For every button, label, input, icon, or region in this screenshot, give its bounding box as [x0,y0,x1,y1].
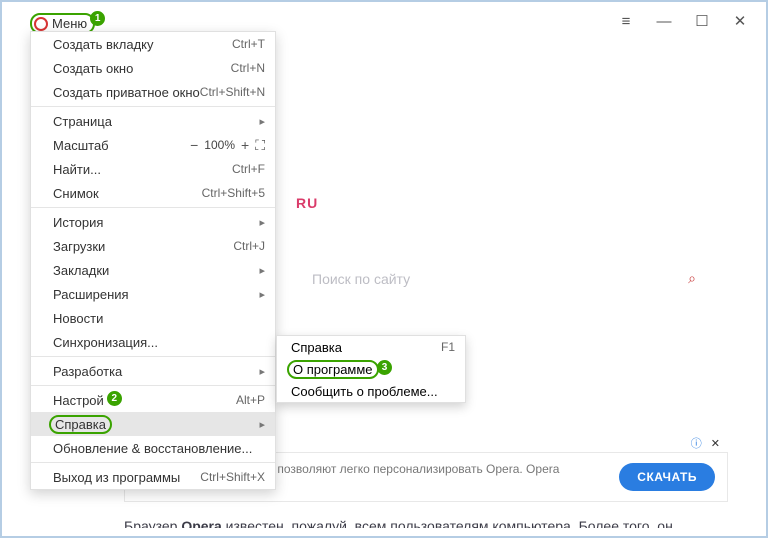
search-input[interactable]: Поиск по сайту [312,271,410,287]
help-submenu: Справка F1 О программе 3 Сообщить о проб… [276,335,466,403]
menu-item-label: Новости [53,311,103,326]
menu-page[interactable]: Страница ▸ [31,109,275,133]
menu-item-label: Сообщить о проблеме... [291,384,438,399]
site-logo-suffix: RU [296,195,318,211]
ad-close-icon[interactable]: ✕ [711,438,720,450]
menu-item-label: О программе [287,360,379,379]
menu-help[interactable]: Справка ▸ [31,412,275,436]
zoom-value: 100% [204,138,235,152]
menu-item-label: Разработка [53,364,122,379]
callout-3: 3 [377,360,392,375]
ad-download-button[interactable]: СКАЧАТЬ [619,463,715,491]
ad-info[interactable]: ⓘ ✕ [691,435,720,451]
menu-item-shortcut: F1 [441,340,455,354]
main-menu: Создать вкладку Ctrl+T Создать окно Ctrl… [30,31,276,490]
zoom-in-button[interactable]: + [241,137,249,153]
menu-downloads[interactable]: Загрузки Ctrl+J [31,234,275,258]
menu-item-label: Обновление & восстановление... [53,441,252,456]
article-text-1: Браузер [124,518,181,528]
menu-item-shortcut: Ctrl+Shift+N [200,85,265,99]
sidebar-toggle-icon[interactable]: ≡ [618,13,634,29]
chevron-right-icon: ▸ [251,115,265,128]
browser-window: ≡ — ☐ ✕ Меню 1 ◎ ▷ ♡ ⋮ ≡ RU Поиск по сай… [0,0,768,538]
close-button[interactable]: ✕ [732,13,748,29]
menu-separator [31,207,275,208]
menu-sync[interactable]: Синхронизация... [31,330,275,354]
opera-logo-icon [34,17,48,31]
menu-item-shortcut: Ctrl+J [233,239,265,253]
menu-item-label: Создать окно [53,61,133,76]
search-icon[interactable]: ⌕ [688,270,696,287]
menu-item-label: История [53,215,103,230]
menu-item-label: Синхронизация... [53,335,158,350]
zoom-out-button[interactable]: − [190,137,198,153]
menu-item-label: Страница [53,114,112,129]
menu-button-label: Меню [52,16,87,31]
menu-item-shortcut: Ctrl+Shift+X [200,470,265,484]
menu-item-shortcut: Ctrl+F [232,162,265,176]
menu-item-label: Создать вкладку [53,37,154,52]
menu-separator [31,462,275,463]
menu-item-shortcut: Ctrl+N [231,61,265,75]
submenu-about[interactable]: О программе 3 [277,358,465,380]
menu-snapshot[interactable]: Снимок Ctrl+Shift+5 [31,181,275,205]
menu-separator [31,356,275,357]
article-bold: Opera [181,518,221,528]
menu-item-label: Справка [49,415,112,434]
menu-separator [31,385,275,386]
menu-new-private-window[interactable]: Создать приватное окно Ctrl+Shift+N [31,80,275,104]
menu-update-restore[interactable]: Обновление & восстановление... [31,436,275,460]
menu-history[interactable]: История ▸ [31,210,275,234]
ad-info-icon[interactable]: ⓘ [691,438,702,450]
menu-item-shortcut: Ctrl+Shift+5 [202,186,265,200]
menu-new-window[interactable]: Создать окно Ctrl+N [31,56,275,80]
menu-developer[interactable]: Разработка ▸ [31,359,275,383]
submenu-report-issue[interactable]: Сообщить о проблеме... [277,380,465,402]
menu-bookmarks[interactable]: Закладки ▸ [31,258,275,282]
minimize-button[interactable]: — [656,13,672,29]
menu-item-label: Закладки [53,263,109,278]
menu-item-shortcut: Alt+P [236,393,265,407]
menu-item-label: Масштаб [53,138,109,153]
chevron-right-icon: ▸ [251,216,265,229]
menu-item-label: Настрой [53,393,104,408]
menu-settings[interactable]: Настрой 2 Alt+P [31,388,275,412]
menu-item-shortcut: Ctrl+T [232,37,265,51]
menu-item-label: Расширения [53,287,129,302]
menu-separator [31,106,275,107]
menu-new-tab[interactable]: Создать вкладку Ctrl+T [31,32,275,56]
chevron-right-icon: ▸ [251,365,265,378]
menu-item-label: Создать приватное окно [53,85,200,100]
menu-find[interactable]: Найти... Ctrl+F [31,157,275,181]
menu-extensions[interactable]: Расширения ▸ [31,282,275,306]
menu-item-label: Загрузки [53,239,105,254]
menu-item-label: Найти... [53,162,101,177]
fullscreen-icon[interactable]: ⛶ [255,137,265,154]
submenu-help[interactable]: Справка F1 [277,336,465,358]
menu-zoom[interactable]: Масштаб − 100% + ⛶ [31,133,275,157]
chevron-right-icon: ▸ [251,418,265,431]
callout-2: 2 [107,391,122,406]
chevron-right-icon: ▸ [251,288,265,301]
menu-item-label: Справка [291,340,342,355]
menu-item-label: Снимок [53,186,99,201]
site-search-row: Поиск по сайту ⌕ [312,270,696,287]
menu-item-label: Выход из программы [53,470,180,485]
article-body: Браузер Opera известен, пожалуй, всем по… [124,516,726,528]
menu-news[interactable]: Новости [31,306,275,330]
chevron-right-icon: ▸ [251,264,265,277]
maximize-button[interactable]: ☐ [694,13,710,29]
menu-exit[interactable]: Выход из программы Ctrl+Shift+X [31,465,275,489]
